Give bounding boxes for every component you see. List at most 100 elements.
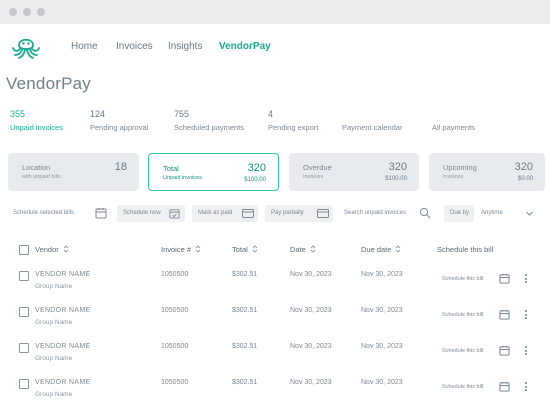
tab-label: All payments (432, 123, 475, 132)
schedule-selected-label: Schedule selected bills (13, 210, 75, 216)
tab-pending-export[interactable]: 4 Pending export (268, 109, 318, 132)
schedule-this-bill-link[interactable]: Schedule this bill (442, 348, 483, 354)
column-header-label: Due date (361, 245, 392, 254)
invoice-due-date: Nov 30, 2023 (361, 343, 403, 350)
nav-item-home[interactable]: Home (71, 41, 98, 52)
column-header-due-date[interactable]: Due date (361, 245, 401, 254)
more-options-icon[interactable] (524, 346, 528, 358)
column-header-date[interactable]: Date (290, 245, 316, 254)
mark-as-paid-label: Mark as paid (198, 210, 233, 216)
invoice-due-date: Nov 30, 2023 (361, 307, 403, 314)
search-input[interactable]: Search unpaid invoices (344, 210, 406, 216)
nav-item-insights[interactable]: Insights (168, 41, 202, 52)
vendor-name[interactable]: VENDOR NAME (35, 343, 90, 350)
tab-payment-calendar[interactable]: Payment calendar (342, 109, 402, 132)
calendar-check-icon (169, 209, 180, 219)
pay-partially-button[interactable]: Pay partially (265, 205, 333, 222)
more-options-icon[interactable] (524, 382, 528, 394)
card-title: Total (163, 164, 179, 173)
row-checkbox[interactable] (19, 343, 29, 353)
nav-item-vendorpay[interactable]: VendorPay (219, 41, 271, 52)
table-row[interactable]: VENDOR NAME Group Name 1050500 $302.51 N… (0, 337, 550, 373)
search-icon[interactable] (419, 207, 431, 219)
summary-card-location[interactable]: Location with unpaid bills 18 (8, 153, 139, 191)
window-close-dot[interactable] (9, 8, 17, 16)
schedule-this-bill-link[interactable]: Schedule this bill (442, 384, 483, 390)
row-checkbox[interactable] (19, 271, 29, 281)
action-toolbar: Schedule selected bills Schedule now Mar… (0, 203, 550, 225)
due-by-label: Due by (450, 210, 470, 216)
invoice-total: $302.51 (232, 307, 258, 314)
octopus-logo-icon[interactable] (10, 33, 42, 61)
invoice-number: 1050500 (161, 271, 189, 278)
pay-partially-label: Pay partially (271, 210, 304, 216)
vendor-name[interactable]: VENDOR NAME (35, 307, 90, 314)
tab-pending-approval[interactable]: 124 Pending approval (90, 109, 148, 132)
card-amount: 18 (114, 161, 127, 173)
invoice-due-date: Nov 30, 2023 (361, 271, 403, 278)
column-header-label: Vendor (35, 245, 59, 254)
calendar-icon[interactable] (499, 273, 510, 284)
sort-icon (310, 245, 316, 253)
top-nav: Home Invoices Insights VendorPay (0, 24, 550, 70)
card-amount: 320 (388, 161, 407, 173)
row-checkbox[interactable] (19, 307, 29, 317)
table-row[interactable]: VENDOR NAME Group Name 1050500 $302.51 N… (0, 373, 550, 404)
table-header: Vendor Invoice # Total Date Due date Sch… (0, 240, 550, 260)
card-value: $0.00 (517, 176, 533, 182)
column-header-vendor[interactable]: Vendor (35, 245, 69, 254)
column-header-invoice[interactable]: Invoice # (161, 245, 201, 254)
group-name: Group Name (35, 283, 73, 290)
invoice-total: $302.51 (232, 271, 258, 278)
tab-scheduled-payments[interactable]: 755 Scheduled payments (174, 109, 244, 132)
summary-card-upcoming[interactable]: Upcoming Invoices 320 $0.00 (429, 153, 545, 191)
chevron-down-icon[interactable] (525, 209, 534, 218)
calendar-icon[interactable] (499, 381, 510, 392)
schedule-this-bill-link[interactable]: Schedule this bill (442, 276, 483, 282)
column-header-total[interactable]: Total (232, 245, 258, 254)
invoice-date: Nov 30, 2023 (290, 307, 332, 314)
more-options-icon[interactable] (524, 310, 528, 322)
column-header-label: Date (290, 245, 306, 254)
invoice-total: $302.51 (232, 343, 258, 350)
table-row[interactable]: VENDOR NAME Group Name 1050500 $302.51 N… (0, 301, 550, 337)
vendor-name[interactable]: VENDOR NAME (35, 271, 90, 278)
row-checkbox[interactable] (19, 379, 29, 389)
calendar-icon[interactable] (499, 309, 510, 320)
invoice-number: 1050500 (161, 379, 189, 386)
nav-item-invoices[interactable]: Invoices (116, 41, 153, 52)
tab-label: Unpaid invoices (10, 123, 63, 132)
calendar-icon[interactable] (499, 345, 510, 356)
schedule-this-bill-link[interactable]: Schedule this bill (442, 312, 483, 318)
schedule-now-button[interactable]: Schedule now (117, 205, 185, 222)
more-options-icon[interactable] (524, 274, 528, 286)
sort-icon (195, 245, 201, 253)
summary-card-total[interactable]: Total Unpaid invoices 320 $100.00 (148, 153, 279, 191)
card-subtitle: Invoices (303, 174, 324, 180)
tab-all-payments[interactable]: All payments (432, 109, 475, 132)
column-header-schedule: Schedule this bill (437, 245, 494, 254)
invoice-due-date: Nov 30, 2023 (361, 379, 403, 386)
tab-count: 4 (268, 109, 274, 119)
invoice-total: $302.51 (232, 379, 258, 386)
column-header-label: Invoice # (161, 245, 192, 254)
summary-card-overdue[interactable]: Overdue Invoices 320 $100.00 (289, 153, 419, 191)
card-subtitle: Invoices (443, 174, 464, 180)
select-all-checkbox[interactable] (19, 245, 29, 255)
invoice-number: 1050500 (161, 343, 189, 350)
browser-chrome (0, 0, 550, 24)
window-maximize-dot[interactable] (37, 8, 45, 16)
tab-count: 355 (10, 109, 26, 119)
sort-icon (396, 245, 401, 253)
card-amount: 320 (247, 162, 266, 174)
due-by-select[interactable]: Anytime (481, 210, 503, 216)
card-subtitle: Unpaid invoices (163, 175, 202, 181)
tab-unpaid-invoices[interactable]: 355 Unpaid invoices (10, 109, 63, 132)
calendar-icon[interactable] (95, 207, 107, 219)
sort-icon (63, 245, 69, 253)
mark-as-paid-button[interactable]: Mark as paid (192, 205, 258, 222)
invoice-date: Nov 30, 2023 (290, 271, 332, 278)
window-minimize-dot[interactable] (23, 8, 31, 16)
table-row[interactable]: VENDOR NAME Group Name 1050500 $302.51 N… (0, 265, 550, 301)
vendor-name[interactable]: VENDOR NAME (35, 379, 90, 386)
